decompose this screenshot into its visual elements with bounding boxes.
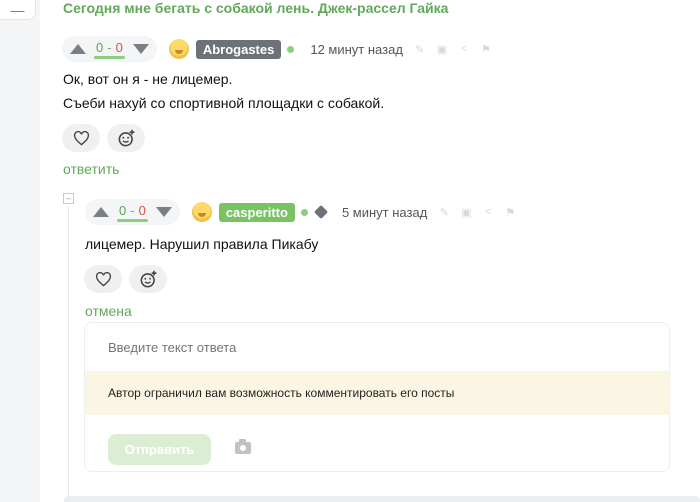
comment-time[interactable]: 12 минут назад xyxy=(310,42,403,57)
share-icon[interactable]: < xyxy=(483,206,493,218)
avatar[interactable] xyxy=(191,202,212,222)
report-flag-icon[interactable]: ⚑ xyxy=(481,44,491,56)
edit-icon[interactable]: ✎ xyxy=(439,207,449,219)
collapse-reply-toggle[interactable]: – xyxy=(63,193,74,204)
cancel-reply-link[interactable]: отмена xyxy=(85,303,132,319)
vote-widget: 0 - 0 xyxy=(85,199,180,225)
upvote-icon[interactable] xyxy=(70,44,86,54)
reply-link[interactable]: ответить xyxy=(63,161,119,177)
online-status-dot xyxy=(287,45,295,53)
vote-ratio-bar xyxy=(117,218,148,222)
comment-text: лицемер. Нарушил правила Пикабу xyxy=(85,236,319,252)
comment-text: Ок, вот он я - не лицемер. Съеби нахуй с… xyxy=(63,67,384,115)
add-reaction-button[interactable] xyxy=(107,124,145,152)
upvote-icon[interactable] xyxy=(93,207,109,217)
save-icon[interactable]: ▣ xyxy=(437,44,447,56)
online-status-dot xyxy=(300,208,308,216)
heart-icon xyxy=(73,130,89,146)
comments-panel: Сегодня мне бегать с собакой лень. Джек-… xyxy=(40,0,700,502)
vote-score: 0 - 0 xyxy=(117,203,148,222)
comment-header: 0 - 0 Abrogastes 12 минут назад ✎ ▣ < ⚑ xyxy=(62,36,491,62)
add-reaction-button[interactable] xyxy=(129,265,167,293)
author-nick[interactable]: Abrogastes xyxy=(195,39,282,59)
save-icon[interactable]: ▣ xyxy=(461,207,471,219)
author-nick[interactable]: casperitto xyxy=(218,202,295,222)
downvote-icon[interactable] xyxy=(132,44,149,54)
like-button[interactable] xyxy=(84,265,122,293)
smile-plus-icon xyxy=(118,129,134,146)
vote-widget: 0 - 0 xyxy=(62,36,157,62)
reply-text-input[interactable] xyxy=(108,340,628,355)
vote-ratio-bar xyxy=(94,55,125,59)
left-gutter xyxy=(0,0,40,502)
restriction-notice: Автор ограничил вам возможность комменти… xyxy=(85,371,669,415)
edit-icon[interactable]: ✎ xyxy=(415,44,425,56)
smile-plus-icon xyxy=(140,270,156,287)
heart-icon xyxy=(95,271,111,287)
report-flag-icon[interactable]: ⚑ xyxy=(505,207,515,219)
comment-time[interactable]: 5 минут назад xyxy=(342,205,427,220)
comment-line: Ок, вот он я - не лицемер. xyxy=(63,71,233,87)
next-comment-edge xyxy=(64,496,700,502)
avatar[interactable] xyxy=(168,39,189,59)
like-button[interactable] xyxy=(62,124,100,152)
send-button[interactable]: Отправить xyxy=(108,434,211,465)
thread-line xyxy=(68,206,69,496)
comment-header: 0 - 0 casperitto 5 минут назад ✎ ▣ < ⚑ xyxy=(85,199,515,225)
comment-line: Съеби нахуй со спортивной площадки с соб… xyxy=(63,95,385,111)
story-title-link[interactable]: Сегодня мне бегать с собакой лень. Джек-… xyxy=(63,0,448,16)
reply-form: Автор ограничил вам возможность комменти… xyxy=(84,322,670,472)
collapse-thread-button[interactable]: — xyxy=(0,0,36,20)
camera-icon[interactable] xyxy=(235,439,251,454)
vote-score: 0 - 0 xyxy=(94,40,125,59)
share-icon[interactable]: < xyxy=(459,43,469,55)
downvote-icon[interactable] xyxy=(155,207,172,217)
tag-icon xyxy=(313,204,329,220)
